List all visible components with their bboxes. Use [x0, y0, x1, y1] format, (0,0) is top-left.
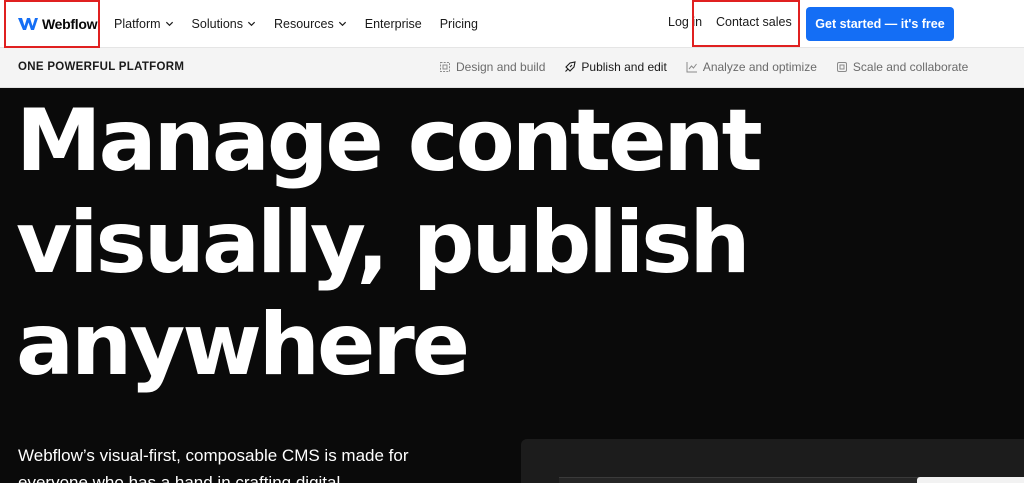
chevron-down-icon [165, 19, 174, 28]
design-icon [439, 61, 451, 73]
get-started-button[interactable]: Get started — it's free [806, 7, 954, 41]
scale-icon [836, 61, 848, 73]
chevron-down-icon [247, 19, 256, 28]
subtab-design-and-build[interactable]: Design and build [439, 60, 545, 74]
webflow-logo[interactable]: Webflow [18, 14, 98, 34]
top-navigation: Webflow Platform Solutions Resources Ent… [0, 0, 1024, 48]
subnav-tabs: Design and build Publish and edit Analyz… [439, 60, 987, 74]
subtab-scale-and-collaborate[interactable]: Scale and collaborate [836, 60, 968, 74]
hero-title-line: Manage content [16, 91, 763, 191]
nav-item-resources[interactable]: Resources [274, 15, 347, 32]
analytics-icon [686, 61, 698, 73]
subtab-label: Scale and collaborate [852, 60, 969, 74]
platform-subnav: ONE POWERFUL PLATFORM Design and build P… [0, 48, 1024, 88]
hero-title-line: visually, publish [16, 193, 751, 293]
nav-item-label: Pricing [439, 16, 478, 31]
nav-item-label: Solutions [191, 16, 243, 31]
nav-item-enterprise[interactable]: Enterprise [365, 15, 422, 32]
preview-panel-light [917, 477, 1024, 483]
subtab-label: Design and build [456, 60, 546, 74]
hero-title: Manage content visually, publish anywher… [16, 90, 776, 396]
nav-item-platform[interactable]: Platform [114, 15, 174, 32]
hero-title-line: anywhere [16, 295, 470, 395]
nav-item-solutions[interactable]: Solutions [192, 15, 256, 32]
hero-preview-card [521, 439, 1024, 483]
subnav-title: ONE POWERFUL PLATFORM [18, 61, 185, 73]
main-nav-links: Platform Solutions Resources Enterprise … [114, 15, 496, 32]
subtab-publish-and-edit[interactable]: Publish and edit [564, 60, 667, 74]
preview-panel [559, 477, 919, 483]
login-link[interactable]: Log in [668, 15, 702, 29]
subtab-analyze-and-optimize[interactable]: Analyze and optimize [686, 60, 817, 74]
nav-item-label: Platform [114, 16, 161, 31]
hero-description: Webflow’s visual-first, composable CMS i… [18, 446, 409, 483]
hero-section: Manage content visually, publish anywher… [0, 88, 1024, 483]
webflow-w-logo-icon [18, 17, 38, 31]
nav-item-label: Resources [273, 16, 334, 31]
subtab-label: Analyze and optimize [702, 60, 817, 74]
logo-text: Webflow [42, 16, 98, 32]
subtab-label: Publish and edit [581, 60, 667, 74]
contact-sales-link[interactable]: Contact sales [716, 15, 792, 29]
publish-icon [564, 61, 577, 73]
nav-item-pricing[interactable]: Pricing [440, 15, 478, 32]
nav-item-label: Enterprise [364, 16, 422, 31]
chevron-down-icon [338, 19, 347, 28]
